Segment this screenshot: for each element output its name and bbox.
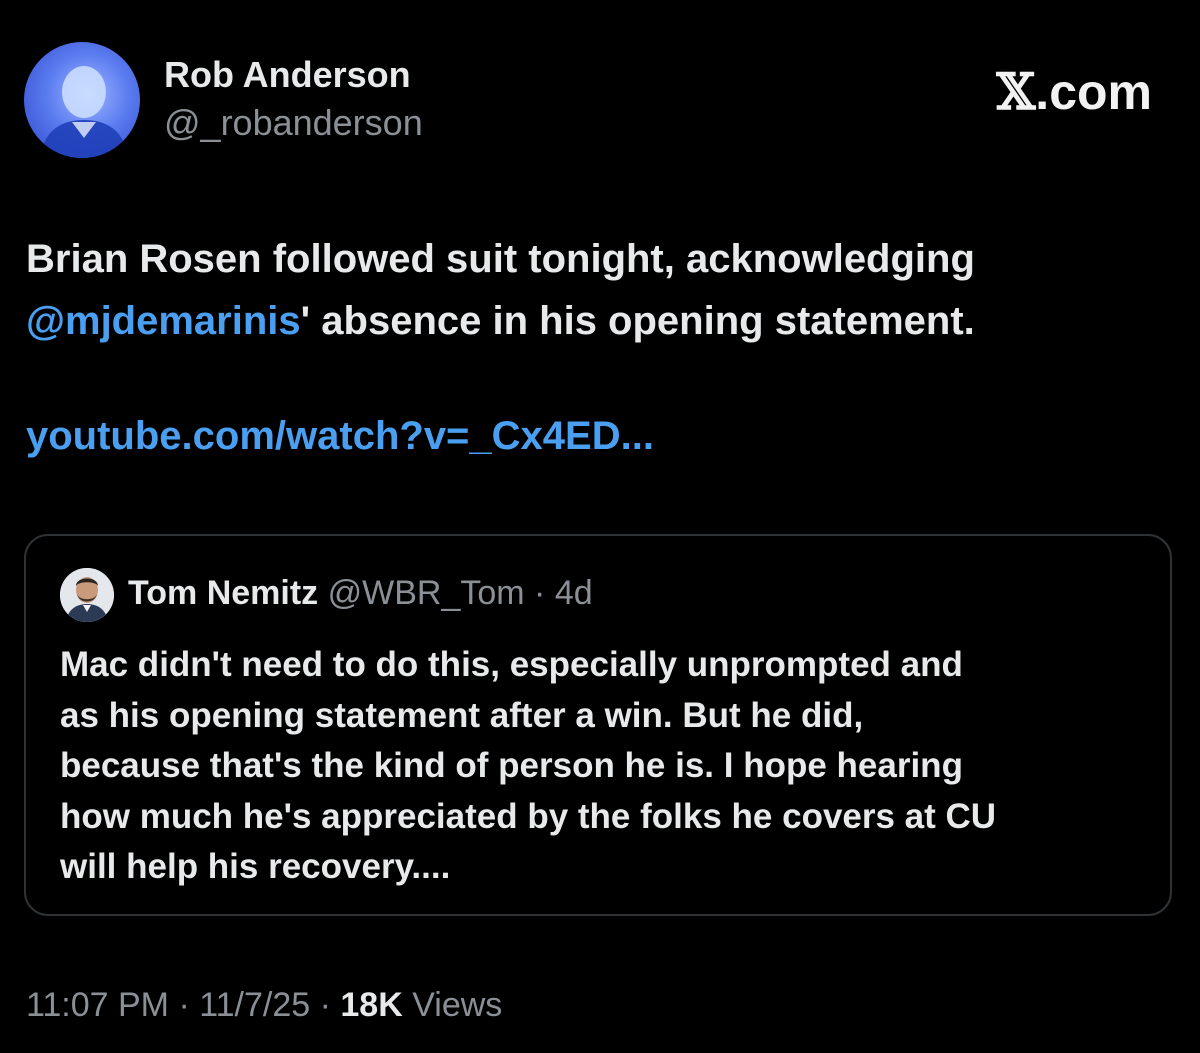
author-name[interactable]: Rob Anderson	[164, 54, 411, 96]
author-handle[interactable]: @_robanderson	[164, 102, 423, 144]
quote-separator: ·	[524, 574, 555, 612]
footer-separator: ·	[310, 986, 341, 1024]
tweet-screenshot: Rob Anderson @_robanderson 𝕏.com Brian R…	[0, 0, 1200, 1053]
quote-header: Tom Nemitz @WBR_Tom · 4d	[128, 574, 593, 613]
quote-line: how much he's appreciated by the folks h…	[60, 796, 997, 836]
quoted-tweet[interactable]: Tom Nemitz @WBR_Tom · 4d Mac didn't need…	[24, 534, 1172, 916]
tweet-footer: 11:07 PM · 11/7/25 · 18K Views	[26, 986, 502, 1025]
footer-separator: ·	[169, 986, 200, 1024]
views-label: Views	[402, 986, 503, 1024]
x-logo-icon: 𝕏	[996, 62, 1036, 121]
person-icon	[40, 66, 128, 158]
tweet-body: Brian Rosen followed suit tonight, ackno…	[26, 228, 1176, 352]
post-time[interactable]: 11:07 PM	[26, 986, 169, 1024]
tweet-link[interactable]: youtube.com/watch?v=_Cx4ED...	[26, 414, 654, 459]
tweet-line-rest: ' absence in his opening statement.	[300, 299, 975, 343]
quote-author-name[interactable]: Tom Nemitz	[128, 574, 318, 612]
quote-age: 4d	[554, 574, 593, 612]
quote-line: as his opening statement after a win. Bu…	[60, 695, 864, 735]
quote-author-handle[interactable]: @WBR_Tom	[328, 574, 525, 612]
brand-logo: 𝕏.com	[997, 62, 1153, 121]
views-count: 18K	[340, 986, 403, 1024]
tweet-line: Brian Rosen followed suit tonight, ackno…	[26, 237, 975, 281]
mention-link[interactable]: @mjdemarinis	[26, 299, 301, 343]
quote-line: because that's the kind of person he is.…	[60, 746, 963, 785]
quote-line: will help his recovery....	[60, 847, 451, 886]
quote-line: Mac didn't need to do this, especially u…	[60, 645, 963, 684]
post-date[interactable]: 11/7/25	[199, 986, 310, 1024]
person-icon	[60, 568, 114, 622]
quote-body: Mac didn't need to do this, especially u…	[60, 640, 1150, 893]
tweet-line: @mjdemarinis' absence in his opening sta…	[26, 290, 1176, 352]
brand-label: .com	[1035, 64, 1152, 120]
quote-avatar[interactable]	[60, 568, 114, 622]
author-avatar[interactable]	[24, 42, 140, 158]
